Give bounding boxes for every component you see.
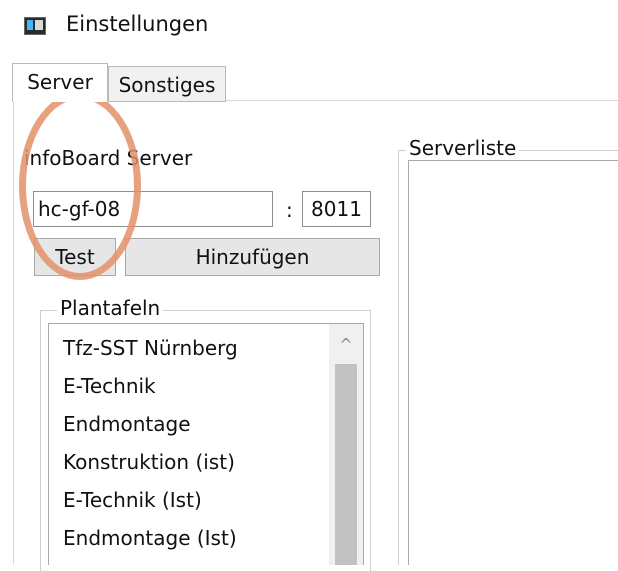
add-server-button[interactable]: Hinzufügen [125, 238, 380, 276]
window-title: Einstellungen [66, 12, 209, 36]
plantafeln-label: Plantafeln [57, 296, 164, 320]
scrollbar-thumb[interactable] [335, 364, 357, 565]
annotation-highlight-circle [19, 92, 141, 280]
list-item[interactable]: Endmontage [63, 412, 191, 436]
list-item[interactable]: Tfz-SST Nürnberg [63, 336, 238, 360]
serverliste-list[interactable] [408, 160, 618, 565]
server-port-input[interactable]: 8011 [302, 191, 371, 227]
tab-server[interactable]: Server [12, 63, 108, 102]
plantafeln-list[interactable]: Tfz-SST Nürnberg E-Technik Endmontage Ko… [48, 323, 364, 565]
list-item[interactable]: E-Technik [63, 374, 156, 398]
host-port-separator: : [286, 198, 293, 222]
serverliste-label: Serverliste [406, 136, 520, 160]
list-item[interactable]: E-Technik (Ist) [63, 488, 202, 512]
plantafeln-scrollbar[interactable]: ^ [329, 324, 363, 565]
list-item[interactable]: Konstruktion (ist) [63, 450, 235, 474]
chevron-up-icon[interactable]: ^ [329, 324, 363, 364]
app-window-icon [24, 17, 46, 35]
tab-sonstiges[interactable]: Sonstiges [108, 66, 226, 102]
list-item[interactable]: Endmontage (Ist) [63, 526, 237, 550]
